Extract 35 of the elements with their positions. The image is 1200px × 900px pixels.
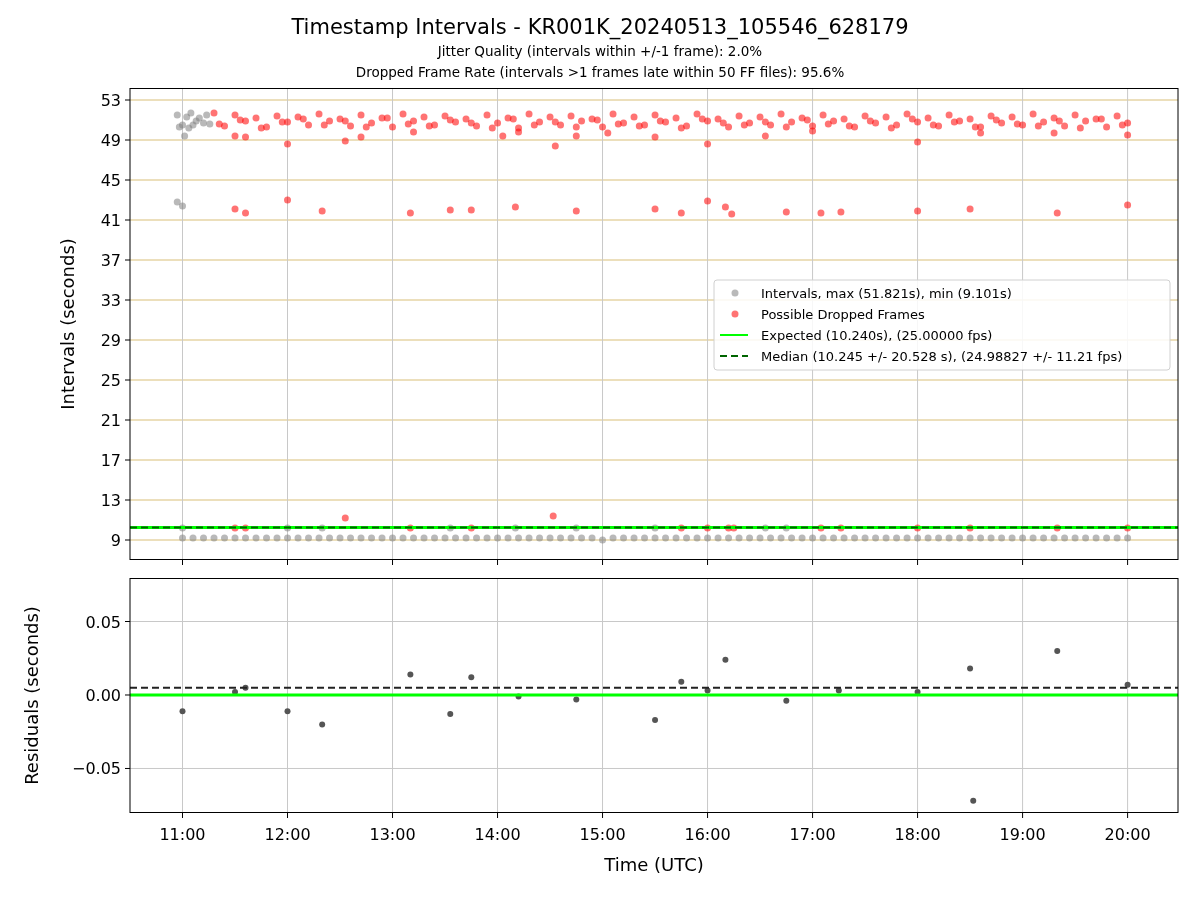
- tick-label: 15:00: [579, 825, 626, 844]
- axis-title: Intervals (seconds): [57, 238, 78, 410]
- tick-label: 29: [100, 331, 121, 350]
- tick-label: 53: [100, 91, 121, 110]
- axis-title: Time (UTC): [604, 854, 704, 875]
- tick-label: 18:00: [894, 825, 941, 844]
- tick-label: 0.00: [85, 686, 121, 705]
- axis-title: Residuals (seconds): [21, 606, 42, 785]
- chart-subtitle: Dropped Frame Rate (intervals >1 frames late within 50 FF files): 95.6%: [355, 63, 845, 82]
- tick-label: 16:00: [684, 825, 731, 844]
- tick-label: 37: [100, 251, 121, 270]
- tick-label: 45: [100, 171, 121, 190]
- tick-label: 49: [100, 131, 121, 150]
- chart-title: Timestamp Intervals - KR001K_20240513_105546_628179: [291, 14, 909, 41]
- tick-label: 11:00: [159, 825, 206, 844]
- tick-label: 25: [100, 371, 121, 390]
- chart-subtitle: Jitter Quality (intervals within +/-1 frame): 2.0%: [437, 42, 763, 61]
- tick-label: 13:00: [369, 825, 416, 844]
- tick-label: 14:00: [474, 825, 521, 844]
- tick-label: 12:00: [264, 825, 311, 844]
- tick-label: 17:00: [789, 825, 836, 844]
- tick-label: −0.05: [71, 759, 121, 779]
- tick-label: 17: [100, 451, 121, 470]
- tick-label: 13: [100, 491, 121, 510]
- legend-label: Expected (10.240s), (25.00000 fps): [761, 328, 993, 343]
- legend-label: Possible Dropped Frames: [761, 307, 925, 322]
- tick-label: 9: [110, 531, 121, 550]
- tick-label: 19:00: [999, 825, 1046, 844]
- legend-label: Median (10.245 +/- 20.528 s), (24.98827 +/- 11.21 fps): [761, 349, 1123, 364]
- tick-label: 20:00: [1104, 825, 1151, 844]
- tick-label: 0.05: [85, 612, 121, 632]
- tick-label: 41: [100, 211, 121, 230]
- legend-label: Intervals, max (51.821s), min (9.101s): [761, 286, 1012, 301]
- tick-label: 21: [100, 411, 121, 430]
- tick-label: 33: [100, 291, 121, 310]
